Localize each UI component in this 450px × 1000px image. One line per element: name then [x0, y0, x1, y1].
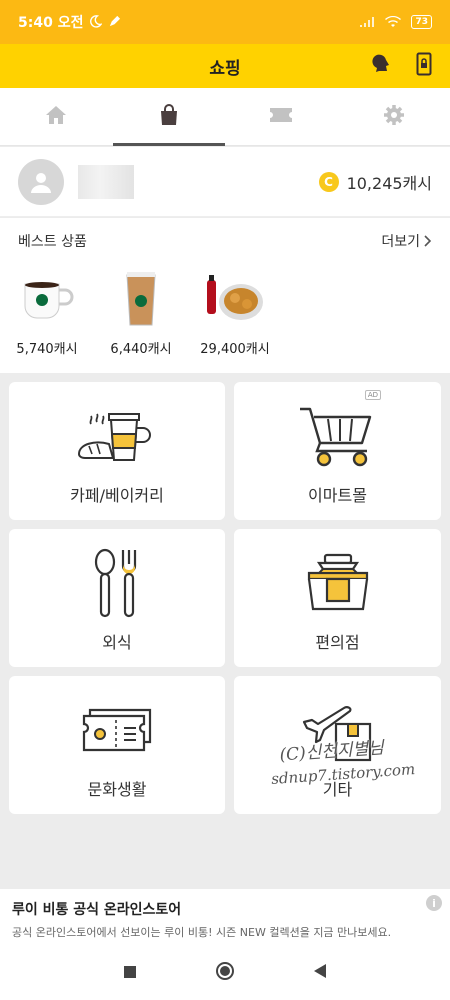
more-link[interactable]: 더보기 — [381, 231, 432, 251]
iced-latte-image — [106, 264, 176, 334]
shopping-bag-icon — [159, 103, 179, 130]
square-icon — [124, 965, 136, 978]
tab-ticket[interactable] — [225, 88, 338, 145]
coffee-mug-image — [12, 264, 82, 334]
plane-box-icon — [298, 698, 378, 762]
page-title: 쇼핑 — [209, 58, 241, 79]
wifi-icon — [385, 13, 402, 32]
status-time: 5:40 오전 — [18, 15, 84, 31]
coffee-bread-icon — [77, 404, 157, 468]
ad-badge: AD — [364, 390, 381, 400]
system-nav-bar — [0, 946, 450, 1000]
app-header: 쇼핑 — [0, 44, 450, 88]
category-label: 문화생활 — [87, 780, 147, 799]
cash-amount: 10,245캐시 — [346, 173, 432, 193]
category-label: 외식 — [102, 633, 132, 652]
product-item[interactable]: 5,740캐시 — [12, 264, 82, 357]
home-icon — [45, 105, 67, 129]
person-icon — [31, 172, 51, 193]
category-grid: 카페/베이커리 AD 이마트몰 외식 편의점 문화생활 기타 — [9, 382, 441, 814]
tab-settings[interactable] — [338, 88, 450, 145]
circle-icon — [216, 962, 234, 980]
spoon-fork-icon — [87, 547, 147, 619]
battery-icon: 73 — [411, 15, 432, 29]
tickets-icon — [82, 698, 152, 762]
tab-shopping[interactable] — [112, 88, 226, 146]
banner-title: 루이 비통 공식 온라인스토어 — [12, 902, 182, 918]
store-jar-icon — [305, 551, 371, 615]
signal-icon — [359, 13, 375, 32]
more-label: 더보기 — [381, 234, 420, 250]
phone-lock-icon[interactable] — [416, 52, 432, 80]
best-products-section: 베스트 상품 더보기 5,740캐시 6,440캐시 29,400캐시 — [0, 218, 450, 373]
category-emart-mall[interactable]: AD 이마트몰 — [234, 382, 441, 520]
coin-icon: C — [318, 171, 339, 192]
category-convenience-store[interactable]: 편의점 — [234, 529, 441, 667]
chevron-right-icon — [424, 235, 432, 247]
avatar[interactable] — [18, 158, 64, 205]
blurred-username — [78, 164, 134, 199]
ticket-icon — [269, 106, 293, 128]
product-item[interactable]: 29,400캐시 — [200, 264, 270, 357]
gear-icon — [383, 104, 405, 130]
ad-banner[interactable]: 루이 비통 공식 온라인스토어 공식 온라인스토어에서 선보이는 루이 비통! … — [0, 889, 450, 946]
profile-row: C 10,245캐시 — [0, 147, 450, 217]
category-culture[interactable]: 문화생활 — [9, 676, 225, 814]
banner-subtitle: 공식 온라인스토어에서 선보이는 루이 비통! 시즌 NEW 컬렉션을 지금 만… — [12, 926, 392, 939]
cash-balance[interactable]: C 10,245캐시 — [318, 170, 432, 194]
product-price: 6,440캐시 — [110, 342, 172, 357]
moon-icon — [89, 13, 104, 32]
tab-bar — [0, 88, 450, 146]
category-etc[interactable]: 기타 — [234, 676, 441, 814]
tab-home[interactable] — [0, 88, 113, 145]
best-products-title: 베스트 상품 — [18, 234, 87, 250]
home-button[interactable] — [215, 961, 235, 985]
info-icon[interactable]: i — [426, 895, 442, 911]
product-item[interactable]: 6,440캐시 — [106, 264, 176, 357]
pen-icon — [108, 13, 121, 32]
recent-apps-button[interactable] — [123, 964, 137, 983]
status-bar: 5:40 오전 73 — [0, 0, 450, 44]
category-label: 카페/베이커리 — [70, 486, 164, 505]
category-dining[interactable]: 외식 — [9, 529, 225, 667]
back-button[interactable] — [313, 963, 327, 983]
product-price: 29,400캐시 — [200, 342, 270, 357]
product-price: 5,740캐시 — [16, 342, 78, 357]
category-label: 기타 — [322, 780, 353, 799]
category-label: 편의점 — [315, 633, 360, 652]
shopping-cart-icon — [298, 404, 378, 468]
chat-bubble-icon[interactable] — [370, 53, 392, 79]
back-triangle-icon — [314, 964, 326, 978]
category-label: 이마트몰 — [308, 486, 367, 505]
chicken-cola-image — [200, 264, 270, 334]
category-cafe-bakery[interactable]: 카페/베이커리 — [9, 382, 225, 520]
